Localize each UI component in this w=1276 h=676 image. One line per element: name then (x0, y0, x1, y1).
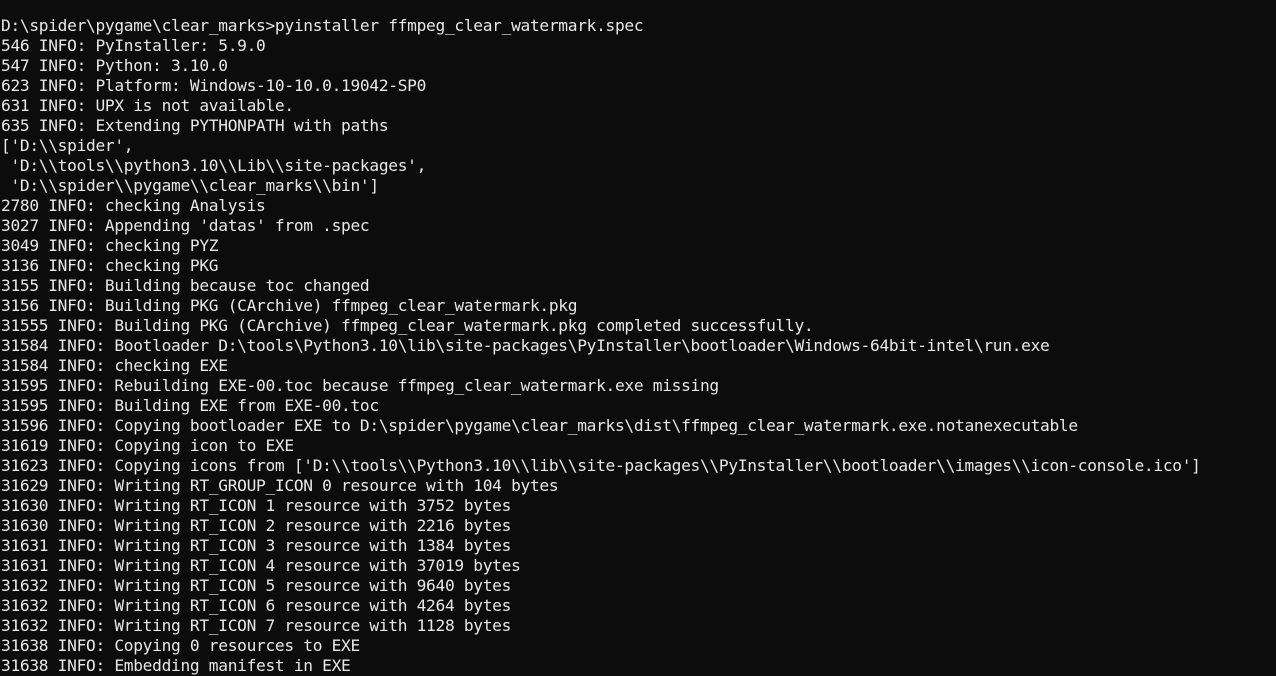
log-line: 635 INFO: Extending PYTHONPATH with path… (1, 116, 389, 135)
log-line: 31631 INFO: Writing RT_ICON 3 resource w… (1, 536, 512, 555)
command-prompt-line: D:\spider\pygame\clear_marks>pyinstaller… (1, 16, 644, 35)
log-line: 31632 INFO: Writing RT_ICON 5 resource w… (1, 576, 512, 595)
log-line: 3027 INFO: Appending 'datas' from .spec (1, 216, 370, 235)
log-line: 631 INFO: UPX is not available. (1, 96, 294, 115)
terminal-lines: D:\spider\pygame\clear_marks>pyinstaller… (1, 16, 1201, 676)
log-line: 31623 INFO: Copying icons from ['D:\\too… (1, 456, 1201, 475)
log-line: 31619 INFO: Copying icon to EXE (1, 436, 294, 455)
log-line: 31629 INFO: Writing RT_GROUP_ICON 0 reso… (1, 476, 559, 495)
log-line: 3156 INFO: Building PKG (CArchive) ffmpe… (1, 296, 578, 315)
log-line: ['D:\\spider', (1, 136, 134, 155)
log-line: 547 INFO: Python: 3.10.0 (1, 56, 228, 75)
log-line: 2780 INFO: checking Analysis (1, 196, 266, 215)
log-line: 31632 INFO: Writing RT_ICON 7 resource w… (1, 616, 512, 635)
log-line: 31631 INFO: Writing RT_ICON 4 resource w… (1, 556, 521, 575)
log-line: 31595 INFO: Rebuilding EXE-00.toc becaus… (1, 376, 719, 395)
log-line: 31595 INFO: Building EXE from EXE-00.toc (1, 396, 379, 415)
log-line: 3049 INFO: checking PYZ (1, 236, 219, 255)
log-line: 31632 INFO: Writing RT_ICON 6 resource w… (1, 596, 512, 615)
terminal-output[interactable]: D:\spider\pygame\clear_marks>pyinstaller… (0, 0, 1276, 676)
log-line: 31596 INFO: Copying bootloader EXE to D:… (1, 416, 1078, 435)
log-line: 623 INFO: Platform: Windows-10-10.0.1904… (1, 76, 427, 95)
log-line: 31630 INFO: Writing RT_ICON 1 resource w… (1, 496, 512, 515)
log-line: 546 INFO: PyInstaller: 5.9.0 (1, 36, 266, 55)
log-line: 'D:\\tools\\python3.10\\Lib\\site-packag… (1, 156, 427, 175)
log-line: 31584 INFO: Bootloader D:\tools\Python3.… (1, 336, 1050, 355)
log-line: 31555 INFO: Building PKG (CArchive) ffmp… (1, 316, 814, 335)
log-line: 31638 INFO: Embedding manifest in EXE (1, 656, 351, 675)
log-line: 31584 INFO: checking EXE (1, 356, 228, 375)
log-line: 'D:\\spider\\pygame\\clear_marks\\bin'] (1, 176, 379, 195)
log-line: 3136 INFO: checking PKG (1, 256, 219, 275)
log-line: 3155 INFO: Building because toc changed (1, 276, 370, 295)
log-line: 31630 INFO: Writing RT_ICON 2 resource w… (1, 516, 512, 535)
log-line: 31638 INFO: Copying 0 resources to EXE (1, 636, 360, 655)
